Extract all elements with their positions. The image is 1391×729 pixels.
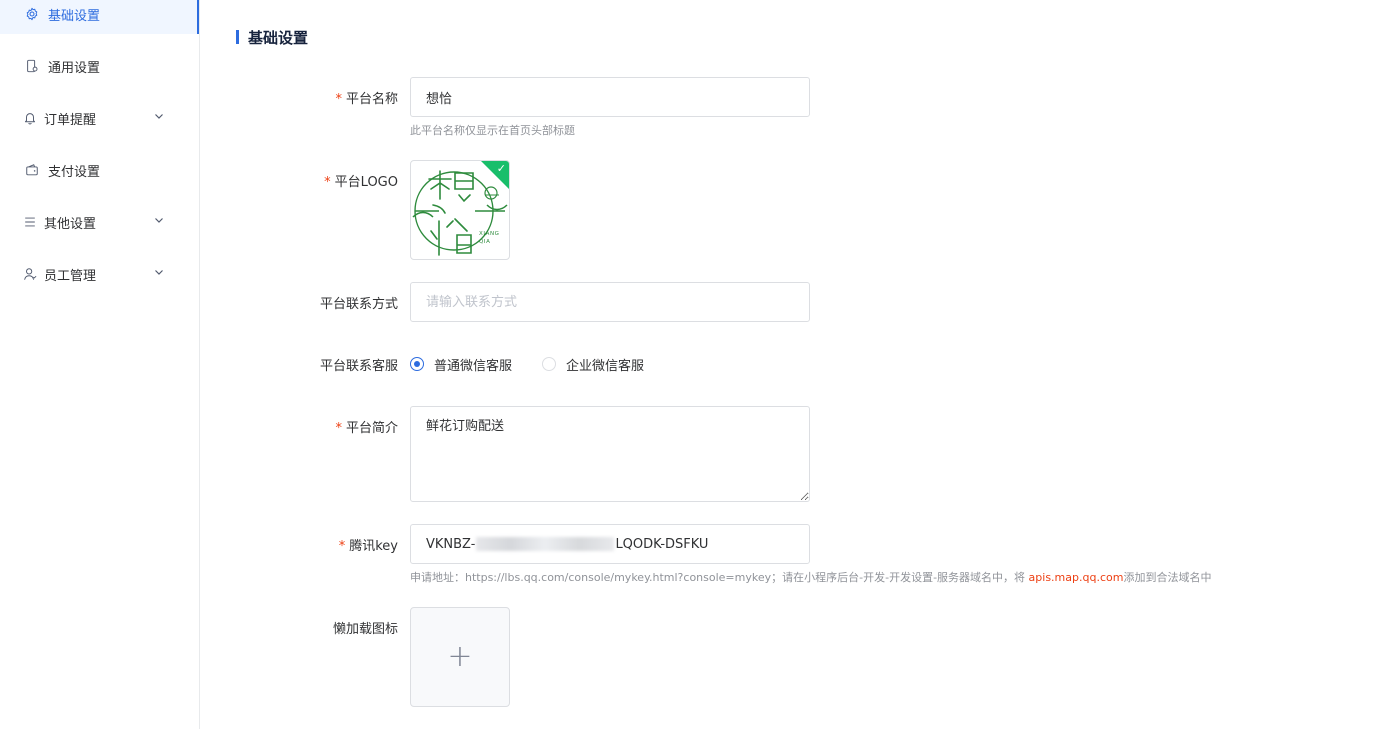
list-icon — [22, 214, 38, 230]
sidebar-item-staff-management[interactable]: 员工管理 — [0, 254, 199, 294]
tencent-key-hint: 申请地址：https://lbs.qq.com/console/mykey.ht… — [410, 569, 1211, 585]
check-icon: ✓ — [496, 162, 506, 175]
chevron-down-icon[interactable] — [153, 110, 165, 122]
customer-service-radio-group: 普通微信客服 企业微信客服 — [410, 354, 674, 374]
lazy-icon-upload[interactable]: + — [410, 607, 510, 707]
tencent-key-input[interactable]: VKNBZ- LQODK-DSFKU — [410, 524, 810, 564]
sidebar-item-basic-settings[interactable]: 基础设置 — [0, 0, 199, 34]
tencent-key-value-prefix: VKNBZ- — [426, 536, 476, 552]
platform-logo-label: * 平台LOGO — [324, 171, 398, 190]
contact-input[interactable] — [410, 282, 810, 322]
platform-name-label: * 平台名称 — [335, 88, 398, 107]
tencent-key-label: * 腾讯key — [339, 535, 398, 554]
sidebar-item-other-settings[interactable]: 其他设置 — [0, 202, 199, 242]
sidebar-item-label: 基础设置 — [48, 8, 101, 24]
platform-name-label-text: 平台名称 — [345, 92, 398, 107]
tencent-key-hint-suffix: 添加到合法域名中 — [1123, 571, 1212, 584]
intro-textarea[interactable]: 鲜花订购配送 — [410, 406, 810, 502]
sidebar-item-label: 通用设置 — [48, 60, 101, 76]
sidebar-item-label: 订单提醒 — [44, 112, 97, 128]
contact-label: 平台联系方式 — [319, 297, 398, 312]
gear-icon — [24, 6, 40, 22]
radio-button-checked[interactable] — [410, 357, 424, 371]
tencent-key-hint-link[interactable]: apis.map.qq.com — [1029, 571, 1124, 584]
section-title-bar — [236, 30, 239, 44]
platform-logo-label-text: 平台LOGO — [334, 175, 398, 190]
bell-icon — [22, 110, 38, 126]
intro-label: * 平台简介 — [335, 417, 398, 436]
sidebar: 基础设置 通用设置 订单提醒 支付设置 其他设置 员工管理 — [0, 0, 200, 729]
required-asterisk: * — [335, 421, 342, 436]
plus-icon: + — [447, 639, 473, 674]
radio-label: 普通微信客服 — [434, 358, 513, 374]
customer-service-label: 平台联系客服 — [319, 359, 398, 374]
tencent-key-label-text: 腾讯key — [349, 539, 398, 554]
redacted-key-segment — [476, 537, 615, 551]
radio-wechat-service[interactable]: 普通微信客服 — [410, 355, 512, 374]
required-asterisk: * — [324, 175, 331, 190]
lazy-icon-label: 懒加载图标 — [332, 622, 398, 637]
main-content: 基础设置 *平台名称 此平台名称仅显示在首页头部标题 *平台LOGO XIANG… — [200, 0, 1391, 729]
chevron-down-icon[interactable] — [153, 214, 165, 226]
sidebar-item-label: 其他设置 — [44, 216, 97, 232]
radio-button[interactable] — [542, 357, 557, 371]
intro-label-text: 平台简介 — [345, 421, 398, 436]
tencent-key-value-suffix: LQODK-DSFKU — [615, 536, 709, 552]
tencent-key-hint-text: 申请地址：https://lbs.qq.com/console/mykey.ht… — [410, 571, 1029, 584]
wallet-icon — [24, 162, 40, 178]
sidebar-item-label: 支付设置 — [48, 164, 101, 180]
section-title-text: 基础设置 — [248, 28, 309, 47]
chevron-down-icon[interactable] — [153, 266, 165, 278]
sidebar-item-order-reminder[interactable]: 订单提醒 — [0, 98, 199, 138]
sidebar-item-label: 员工管理 — [44, 268, 97, 284]
phone-settings-icon — [24, 58, 40, 74]
sidebar-item-general-settings[interactable]: 通用设置 — [0, 46, 199, 86]
sidebar-item-payment-settings[interactable]: 支付设置 — [0, 150, 199, 190]
platform-logo-upload[interactable]: XIANG QIA ✓ — [410, 160, 510, 260]
platform-name-hint: 此平台名称仅显示在首页头部标题 — [410, 124, 575, 137]
radio-enterprise-wechat-service[interactable]: 企业微信客服 — [542, 355, 644, 374]
platform-logo-text: XIANG — [479, 231, 500, 237]
required-asterisk: * — [338, 539, 346, 554]
user-icon — [22, 266, 38, 282]
radio-label: 企业微信客服 — [566, 358, 645, 374]
platform-logo-text: QIA — [479, 239, 491, 245]
section-title: 基础设置 — [236, 27, 308, 47]
required-asterisk: * — [335, 92, 342, 107]
platform-name-input[interactable] — [410, 77, 810, 117]
